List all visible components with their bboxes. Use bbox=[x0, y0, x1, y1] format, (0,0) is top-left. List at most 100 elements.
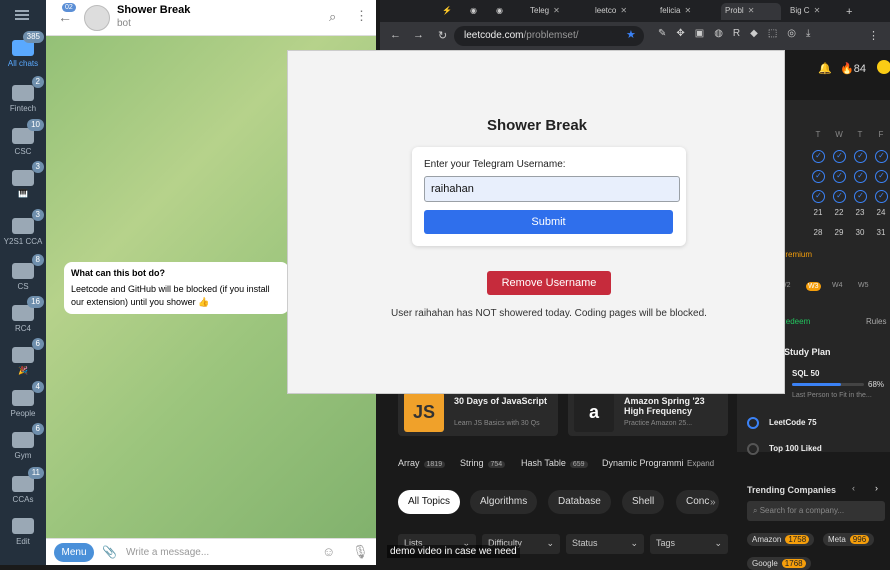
nav-folder-6[interactable]: 16 RC4 bbox=[0, 296, 46, 333]
submit-button[interactable]: Submit bbox=[424, 210, 673, 234]
tab-close-icon[interactable]: ✕ bbox=[814, 6, 821, 15]
tab-icon-1[interactable]: ⚡ bbox=[438, 3, 458, 20]
topic-tab[interactable]: Shell bbox=[622, 490, 665, 514]
calendar-check-icon[interactable]: ✓ bbox=[875, 190, 888, 203]
streak-counter[interactable]: 🔥84 bbox=[840, 62, 866, 75]
calendar-check-icon[interactable]: ✓ bbox=[875, 170, 888, 183]
bot-description-bubble: What can this bot do? Leetcode and GitHu… bbox=[64, 262, 289, 314]
calendar-check-icon[interactable]: ✓ bbox=[833, 190, 846, 203]
filter-dropdown[interactable]: Tags ⌄ bbox=[650, 534, 728, 554]
calendar-check-icon[interactable]: ✓ bbox=[833, 170, 846, 183]
company-chip[interactable]: Amazon 1758 bbox=[747, 533, 815, 546]
more-vertical-icon[interactable]: ⋮ bbox=[355, 8, 368, 24]
microphone-icon[interactable]: 🎙 bbox=[352, 544, 369, 560]
forward-icon[interactable]: → bbox=[413, 29, 424, 41]
week-badge[interactable]: W4 bbox=[832, 282, 843, 289]
back-icon[interactable]: ← bbox=[390, 29, 401, 41]
bookmark-star-icon[interactable]: ★ bbox=[626, 28, 636, 41]
calendar-check-icon[interactable]: ✓ bbox=[812, 190, 825, 203]
message-input[interactable]: Write a message... bbox=[126, 547, 209, 558]
study-plan-item[interactable]: LeetCode 75 bbox=[769, 418, 817, 427]
tab-close-icon[interactable]: ✕ bbox=[553, 6, 560, 15]
nav-folder-7[interactable]: 6 🎉 bbox=[0, 338, 46, 375]
expand-toggle[interactable]: Expand bbox=[687, 459, 714, 468]
calendar-date[interactable]: 24 bbox=[873, 208, 889, 217]
nav-folder-8[interactable]: 4 People bbox=[0, 381, 46, 418]
calendar-date[interactable]: 28 bbox=[810, 228, 826, 237]
nav-folder-11[interactable]: Edit bbox=[0, 518, 46, 546]
company-name: Google bbox=[752, 559, 778, 568]
rules-link[interactable]: Rules bbox=[866, 317, 886, 326]
bot-avatar[interactable] bbox=[84, 5, 110, 31]
folder-label: CCAs bbox=[12, 495, 34, 504]
sql-plan-title[interactable]: SQL 50 bbox=[792, 369, 819, 378]
study-plan-item[interactable]: Top 100 Liked bbox=[769, 444, 822, 453]
tab-icon-3[interactable]: ◉ bbox=[492, 3, 512, 20]
calendar-date[interactable]: 21 bbox=[810, 208, 826, 217]
folder-icon: 16 bbox=[12, 296, 44, 321]
notification-bell-icon[interactable]: 🔔 bbox=[818, 62, 832, 75]
remove-username-button[interactable]: Remove Username bbox=[487, 271, 611, 295]
tab-icon-2[interactable]: ◉ bbox=[466, 3, 486, 20]
chat-header: ← 02 Shower Break bot ⌕ ⋮ bbox=[46, 0, 376, 36]
search-icon[interactable]: ⌕ bbox=[329, 9, 336, 25]
nav-folder-4[interactable]: 3 Y2S1 CCA bbox=[0, 209, 46, 246]
calendar-date[interactable]: 30 bbox=[852, 228, 868, 237]
tag-filter[interactable]: Array 1819 bbox=[398, 458, 446, 468]
browser-tab[interactable]: Teleg ✕ bbox=[526, 3, 586, 20]
week-badge[interactable]: W3 bbox=[806, 282, 821, 291]
calendar-date[interactable]: 29 bbox=[831, 228, 847, 237]
topic-tab[interactable]: Database bbox=[548, 490, 611, 514]
browser-tab[interactable]: Big C ✕ bbox=[786, 3, 846, 20]
user-avatar[interactable] bbox=[877, 60, 890, 74]
calendar-check-icon[interactable]: ✓ bbox=[812, 170, 825, 183]
nav-folder-0[interactable]: 385 All chats bbox=[0, 31, 46, 68]
nav-folder-10[interactable]: 11 CCAs bbox=[0, 467, 46, 504]
browser-tab[interactable]: leetco ✕ bbox=[591, 3, 651, 20]
extension-icons[interactable]: ✎✥▣◍R◆⬚◎⤓ bbox=[658, 28, 820, 39]
url-field[interactable]: leetcode.com/problemset/ bbox=[454, 26, 644, 46]
browser-tab[interactable]: felicia ✕ bbox=[656, 3, 716, 20]
week-badge[interactable]: W5 bbox=[858, 282, 869, 289]
filter-dropdown[interactable]: Status ⌄ bbox=[566, 534, 644, 554]
calendar-check-icon[interactable]: ✓ bbox=[875, 150, 888, 163]
calendar-check-icon[interactable]: ✓ bbox=[833, 150, 846, 163]
tag-filter[interactable]: Hash Table 659 bbox=[521, 458, 588, 468]
company-name: Amazon bbox=[752, 535, 782, 544]
nav-folder-9[interactable]: 6 Gym bbox=[0, 423, 46, 460]
nav-folder-1[interactable]: 2 Fintech bbox=[0, 76, 46, 113]
topics-scroll-icon[interactable]: » bbox=[710, 497, 716, 508]
calendar-check-icon[interactable]: ✓ bbox=[854, 190, 867, 203]
reload-icon[interactable]: ↻ bbox=[438, 29, 447, 42]
menu-button[interactable]: Menu bbox=[54, 543, 94, 562]
new-tab-button[interactable]: + bbox=[842, 3, 858, 20]
tag-filter[interactable]: String 754 bbox=[460, 458, 506, 468]
browser-menu-icon[interactable]: ⋮ bbox=[868, 29, 879, 42]
folder-icon: 4 bbox=[12, 381, 44, 406]
username-input[interactable] bbox=[424, 176, 680, 202]
nav-folder-2[interactable]: 10 CSC bbox=[0, 119, 46, 156]
trending-prev-icon[interactable]: ‹ bbox=[852, 483, 855, 493]
browser-tab[interactable]: Probl ✕ bbox=[721, 3, 781, 20]
tab-close-icon[interactable]: ✕ bbox=[748, 6, 755, 15]
emoji-icon[interactable]: ☺ bbox=[322, 544, 335, 559]
company-chip[interactable]: Google 1768 bbox=[747, 557, 811, 570]
calendar-date[interactable]: 31 bbox=[873, 228, 889, 237]
company-chip[interactable]: Meta 996 bbox=[823, 533, 875, 546]
attach-icon[interactable]: 📎 bbox=[102, 545, 117, 559]
calendar-check-icon[interactable]: ✓ bbox=[854, 170, 867, 183]
trending-next-icon[interactable]: › bbox=[875, 483, 878, 493]
calendar-check-icon[interactable]: ✓ bbox=[854, 150, 867, 163]
tab-close-icon[interactable]: ✕ bbox=[620, 6, 627, 15]
company-search-input[interactable]: ⌕ Search for a company... bbox=[747, 501, 885, 521]
nav-folder-5[interactable]: 8 CS bbox=[0, 254, 46, 291]
calendar-date[interactable]: 23 bbox=[852, 208, 868, 217]
tab-close-icon[interactable]: ✕ bbox=[684, 6, 691, 15]
topic-tab[interactable]: Algorithms bbox=[470, 490, 538, 514]
topic-tab[interactable]: All Topics bbox=[398, 490, 461, 514]
tag-filter[interactable]: Dynamic Programmi bbox=[602, 458, 684, 468]
calendar-date[interactable]: 22 bbox=[831, 208, 847, 217]
calendar-check-icon[interactable]: ✓ bbox=[812, 150, 825, 163]
hamburger-menu-icon[interactable] bbox=[15, 10, 29, 20]
nav-folder-3[interactable]: 3 🎹 bbox=[0, 161, 46, 198]
